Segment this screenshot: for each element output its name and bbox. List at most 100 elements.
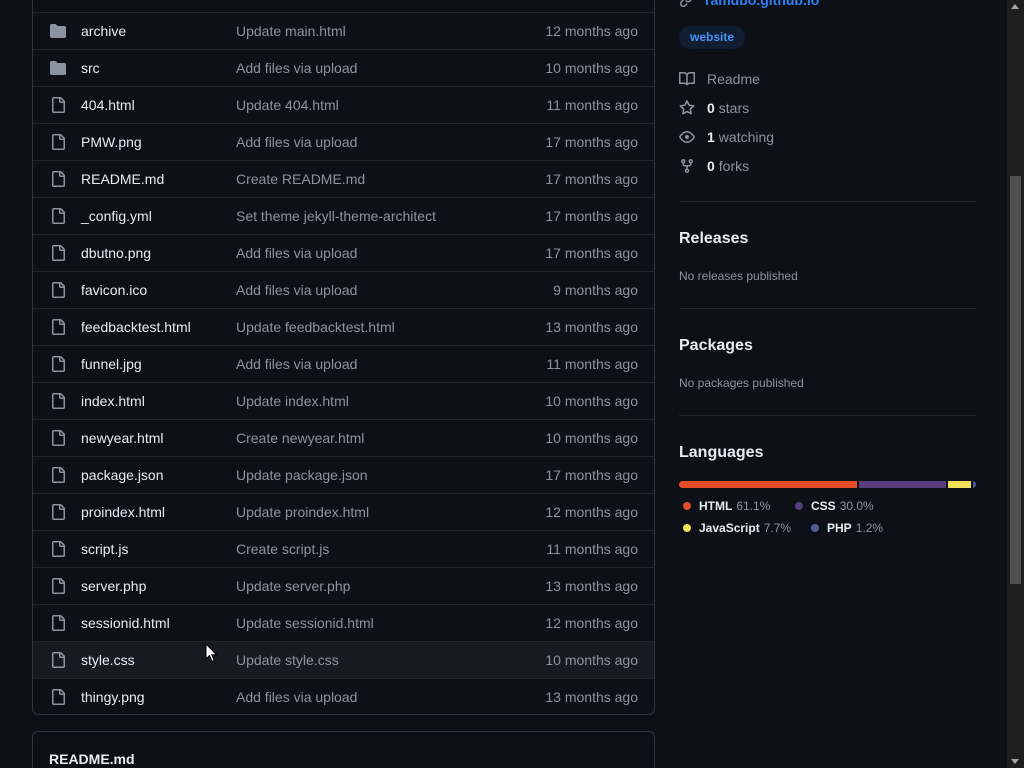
file-name-link[interactable]: style.css [81,652,135,668]
page-scrollbar[interactable] [1007,0,1024,768]
file-row[interactable]: newyear.html Create newyear.html 10 months… [33,419,654,456]
file-name-link[interactable]: index.html [81,393,145,409]
commit-message-link[interactable]: Add files via upload [236,689,357,705]
file-icon [49,652,67,668]
commit-message-link[interactable]: Create README.md [236,171,365,187]
file-icon [49,393,67,409]
file-row[interactable]: proindex.html Update proindex.html 12 mont… [33,493,654,530]
file-name-link[interactable]: 404.html [81,97,135,113]
commit-message-link[interactable]: Update server.php [236,578,350,594]
packages-empty-text: No packages published [679,376,804,390]
commit-message-link[interactable]: Update main.html [236,23,346,39]
commit-message-link[interactable]: Update proindex.html [236,504,369,520]
readme-link[interactable]: Readme [679,71,760,87]
file-name-link[interactable]: favicon.ico [81,282,147,298]
folder-icon [49,23,67,39]
homepage-link[interactable]: ramdbo.github.io [679,0,819,8]
commit-message-link[interactable]: Add files via upload [236,245,357,261]
file-name-link[interactable]: newyear.html [81,430,163,446]
releases-heading[interactable]: Releases [679,230,748,248]
divider [679,308,976,309]
language-php[interactable]: PHP 1.2% [811,521,883,535]
packages-heading[interactable]: Packages [679,337,753,355]
file-row[interactable]: script.js Create script.js 11 months ago [33,530,654,567]
file-row[interactable]: dbutno.png Add files via upload 17 months … [33,234,654,271]
divider [679,415,976,416]
file-name-link[interactable]: script.js [81,541,128,557]
file-name-link[interactable]: package.json [81,467,164,483]
commit-message-link[interactable]: Add files via upload [236,282,357,298]
file-list: archive Update main.html 12 months ago src A… [33,12,654,714]
file-icon [49,578,67,594]
file-name-link[interactable]: server.php [81,578,146,594]
mouse-pointer-icon [205,643,218,663]
topic-tag-website[interactable]: website [679,26,746,49]
file-name-link[interactable]: README.md [81,171,164,187]
file-name-link[interactable]: _config.yml [81,208,152,224]
file-icon [49,319,67,335]
commit-age: 17 months ago [545,245,638,261]
file-icon [49,245,67,261]
forks-link[interactable]: 0 forks [679,158,749,174]
commit-message-link[interactable]: Set theme jekyll-theme-architect [236,208,436,224]
commit-message-link[interactable]: Add files via upload [236,356,357,372]
releases-empty-text: No releases published [679,269,798,283]
file-row[interactable]: thingy.png Add files via upload 13 months … [33,678,654,714]
file-name-link[interactable]: funnel.jpg [81,356,142,372]
readme-title[interactable]: README.md [49,751,135,767]
file-row[interactable]: sessionid.html Update sessionid.html 12 mo… [33,604,654,641]
commit-message-link[interactable]: Update 404.html [236,97,339,113]
stars-link[interactable]: 0 stars [679,100,749,116]
language-html[interactable]: HTML 61.1% [683,499,770,513]
language-css[interactable]: CSS 30.0% [795,499,874,513]
file-name-link[interactable]: dbutno.png [81,245,151,261]
scrollbar-thumb[interactable] [1010,176,1021,584]
file-name-link[interactable]: feedbacktest.html [81,319,191,335]
link-icon [679,0,692,8]
file-row[interactable]: server.php Update server.php 13 months ago [33,567,654,604]
file-row[interactable]: favicon.ico Add files via upload 9 months … [33,271,654,308]
file-row[interactable]: README.md Create README.md 17 months ago [33,160,654,197]
file-name-link[interactable]: proindex.html [81,504,165,520]
watching-count: 1 [707,129,715,145]
commit-age: 17 months ago [545,467,638,483]
scroll-down-arrow-icon[interactable] [1011,759,1019,764]
file-icon [49,615,67,631]
commit-message-link[interactable]: Add files via upload [236,134,357,150]
stars-count: 0 [707,100,715,116]
commit-message-link[interactable]: Add files via upload [236,60,357,76]
commit-age: 11 months ago [546,356,638,372]
commit-message-link[interactable]: Update style.css [236,652,339,668]
commit-age: 10 months ago [545,652,638,668]
commit-message-link[interactable]: Create script.js [236,541,329,557]
readme-link-label: Readme [707,71,760,87]
language-bar-segment [948,481,971,488]
file-name-link[interactable]: archive [81,23,126,39]
file-row[interactable]: feedbacktest.html Update feedbacktest.htm… [33,308,654,345]
file-name-link[interactable]: src [81,60,100,76]
file-row[interactable]: PMW.png Add files via upload 17 months ago [33,123,654,160]
file-row[interactable]: funnel.jpg Add files via upload 11 months … [33,345,654,382]
watching-link[interactable]: 1 watching [679,129,774,145]
file-row[interactable]: 404.html Update 404.html 11 months ago [33,86,654,123]
file-row[interactable]: index.html Update index.html 10 months ago [33,382,654,419]
commit-message-link[interactable]: Update feedbacktest.html [236,319,395,335]
file-row[interactable]: package.json Update package.json 17 months… [33,456,654,493]
file-name-link[interactable]: thingy.png [81,689,145,705]
file-row[interactable]: archive Update main.html 12 months ago [33,12,654,49]
file-icon [49,97,67,113]
commit-message-link[interactable]: Update package.json [236,467,368,483]
commit-message-link[interactable]: Create newyear.html [236,430,364,446]
file-row[interactable]: src Add files via upload 10 months ago [33,49,654,86]
file-row[interactable]: _config.yml Set theme jekyll-theme-archit… [33,197,654,234]
file-name-link[interactable]: PMW.png [81,134,142,150]
language-javascript[interactable]: JavaScript 7.7% [683,521,791,535]
commit-message-link[interactable]: Update sessionid.html [236,615,374,631]
file-row[interactable]: style.css Update style.css 10 months ago [33,641,654,678]
scroll-up-arrow-icon[interactable] [1011,4,1019,9]
watching-label: watching [718,129,775,145]
folder-icon [49,60,67,76]
commit-message-link[interactable]: Update index.html [236,393,349,409]
commit-age: 17 months ago [545,134,638,150]
file-name-link[interactable]: sessionid.html [81,615,170,631]
